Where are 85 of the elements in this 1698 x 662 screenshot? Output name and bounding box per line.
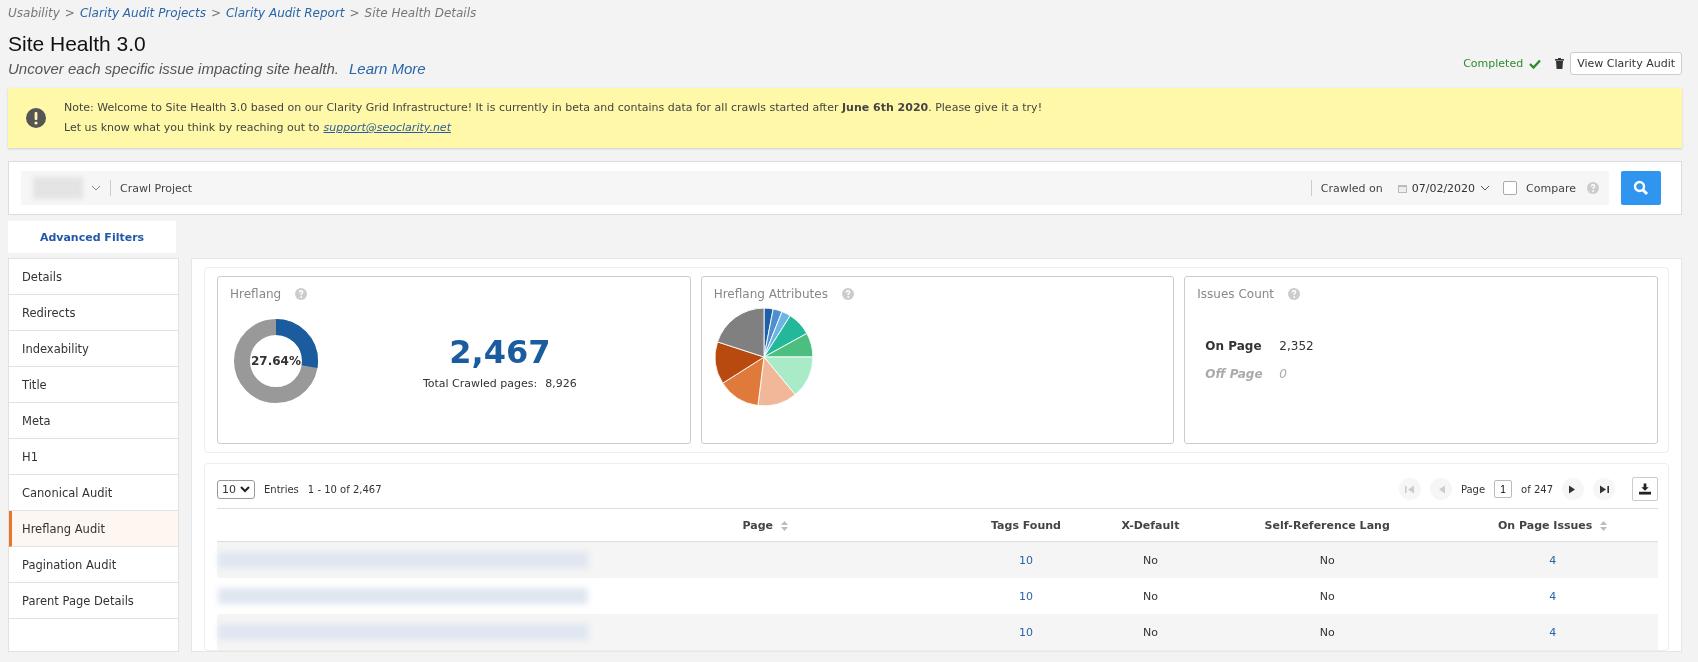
- table-cell: No: [1093, 578, 1207, 614]
- table-cell: No: [1093, 541, 1207, 578]
- card-title: Hreflang: [230, 287, 282, 301]
- issue-value: 2,352: [1279, 339, 1314, 355]
- chevron-down-icon: [1480, 185, 1491, 191]
- tags-found-link[interactable]: 10: [1018, 589, 1033, 603]
- entries-label: Entries: [264, 483, 299, 495]
- help-icon[interactable]: [841, 288, 854, 300]
- page-size-select[interactable]: 10: [217, 479, 255, 499]
- card-title: Hreflang Attributes: [713, 287, 828, 301]
- issues-link[interactable]: 4: [1549, 589, 1557, 603]
- sidebar-item[interactable]: Indexability: [9, 331, 178, 367]
- last-page-button[interactable]: [1593, 478, 1615, 500]
- donut-percentage: 27.64%: [251, 354, 301, 368]
- breadcrumb-separator: >: [210, 6, 221, 20]
- chevron-down-icon: [240, 485, 250, 493]
- breadcrumb-separator: >: [64, 6, 75, 20]
- download-icon: [1639, 483, 1651, 495]
- crawl-project-label: Crawl Project: [120, 181, 193, 195]
- sidebar-item[interactable]: H1: [9, 439, 178, 475]
- skip-back-icon: [1404, 484, 1415, 494]
- search-button[interactable]: [1621, 171, 1661, 205]
- sidebar-item[interactable]: Parent Page Details: [9, 583, 178, 619]
- page-count: of 247: [1521, 483, 1553, 495]
- compare-checkbox[interactable]: [1503, 181, 1518, 195]
- download-button[interactable]: [1632, 477, 1658, 501]
- total-value: 8,926: [545, 376, 577, 390]
- column-header[interactable]: Page: [217, 508, 958, 542]
- sidebar-item[interactable]: Title: [9, 367, 178, 403]
- trash-icon[interactable]: [1555, 58, 1565, 69]
- page-subtitle: Uncover each specific issue impacting site health.: [8, 60, 339, 77]
- help-icon[interactable]: [1288, 288, 1301, 300]
- help-icon[interactable]: [1587, 182, 1599, 194]
- next-page-button[interactable]: [1562, 478, 1584, 500]
- calendar-icon: [1397, 183, 1407, 193]
- page-input[interactable]: 1: [1494, 480, 1513, 498]
- search-icon: [1633, 180, 1649, 196]
- chevron-down-icon: [91, 185, 101, 191]
- table-cell: No: [1093, 614, 1207, 650]
- sidebar-item[interactable]: Meta: [9, 403, 178, 439]
- breadcrumb-item: Usability: [8, 6, 60, 20]
- total-label: Total Crawled pages:: [422, 376, 538, 390]
- date-dropdown[interactable]: 07/02/2020: [1397, 181, 1491, 195]
- entries-range: 1 - 10 of 2,467: [307, 483, 382, 495]
- notice-text: Note: Welcome to Site Health 3.0 based on our Clarity Grid Infrastructure! It is currently in beta and contains data for all crawls started after June 6th 2020. Please give it a try!: [64, 101, 1043, 114]
- issue-label: On Page: [1205, 339, 1263, 355]
- breadcrumb-separator: >: [349, 6, 360, 20]
- hreflang-count: 2,467: [449, 332, 551, 371]
- triangle-right-icon: [1568, 484, 1578, 494]
- tags-found-link[interactable]: 10: [1018, 553, 1033, 567]
- project-dropdown[interactable]: [33, 177, 101, 199]
- tags-found-link[interactable]: 10: [1018, 625, 1033, 639]
- email-link[interactable]: support@seoclarity.net: [323, 118, 451, 138]
- issues-link[interactable]: 4: [1549, 553, 1557, 567]
- view-clarity-audit-button[interactable]: View Clarity Audit: [1570, 52, 1682, 75]
- card-title: Issues Count: [1197, 287, 1275, 301]
- skip-forward-icon: [1599, 484, 1609, 494]
- sidebar-item[interactable]: Hreflang Audit: [9, 511, 178, 547]
- sidebar-item[interactable]: Pagination Audit: [9, 547, 178, 583]
- advanced-filters-tab[interactable]: Advanced Filters: [8, 221, 176, 253]
- learn-more-link[interactable]: Learn More: [349, 60, 426, 77]
- column-header[interactable]: Self-Reference Lang: [1207, 508, 1448, 542]
- table-cell: No: [1207, 614, 1448, 650]
- table-cell: No: [1207, 578, 1448, 614]
- sidebar-item[interactable]: Redirects: [9, 295, 178, 331]
- issue-value: 0: [1279, 367, 1287, 383]
- check-icon: [1529, 58, 1542, 69]
- table-cell: No: [1207, 541, 1448, 578]
- column-header[interactable]: On Page Issues: [1447, 508, 1658, 542]
- sidebar-item[interactable]: Details: [9, 259, 178, 295]
- issue-label: Off Page: [1205, 367, 1264, 383]
- page-title: Site Health 3.0: [8, 32, 147, 56]
- breadcrumb-link[interactable]: Clarity Audit Projects: [79, 6, 206, 20]
- column-header[interactable]: X-Default: [1093, 508, 1207, 542]
- notice-text: Let us know what you think by reaching out to: [64, 120, 320, 136]
- crawled-on-label: Crawled on: [1320, 181, 1383, 195]
- breadcrumb-link[interactable]: Clarity Audit Report: [226, 6, 345, 20]
- column-header[interactable]: Tags Found: [958, 508, 1094, 542]
- exclamation-icon: [26, 108, 46, 128]
- help-icon[interactable]: [295, 288, 308, 300]
- page-label: Page: [1460, 483, 1486, 495]
- breadcrumb-item: Site Health Details: [364, 6, 477, 20]
- issues-link[interactable]: 4: [1549, 625, 1557, 639]
- status-text: Completed: [1463, 57, 1524, 70]
- compare-label: Compare: [1526, 181, 1576, 195]
